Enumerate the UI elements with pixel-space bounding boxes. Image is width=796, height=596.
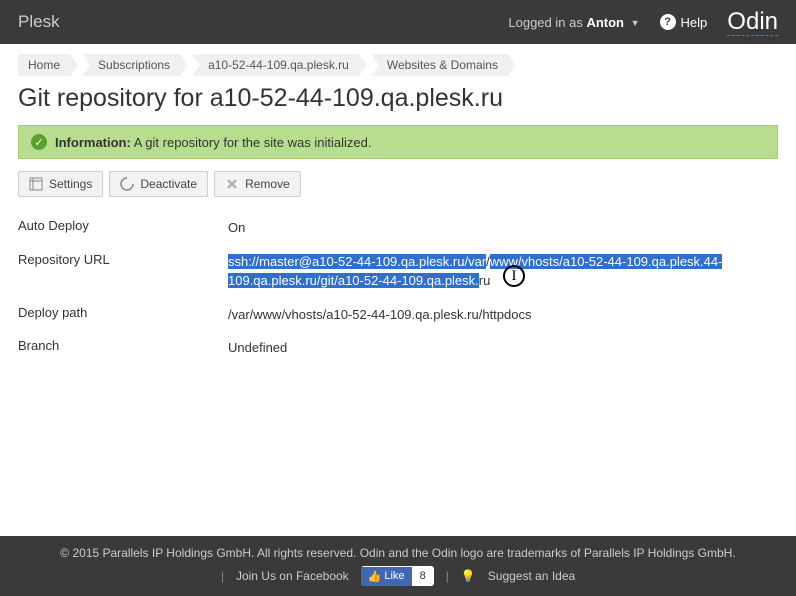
help-label: Help [681,15,708,30]
crumb-home[interactable]: Home [18,54,70,76]
thumb-icon: 👍 [368,570,382,583]
repo-url-selected-3: 44- [704,254,723,269]
footer: © 2015 Parallels IP Holdings GmbH. All r… [0,536,796,596]
deactivate-label: Deactivate [140,177,197,191]
toolbar: Settings Deactivate Remove [0,171,796,211]
repo-url-selected-4: 109.qa.plesk.ru/git/a10-52-44-109.qa.ple… [228,273,479,288]
deactivate-button[interactable]: Deactivate [109,171,208,197]
crumb-websites-domains[interactable]: Websites & Domains [371,54,508,76]
suggest-idea-link[interactable]: Suggest an Idea [488,569,575,583]
like-count: 8 [412,567,434,585]
brand-plesk: Plesk [18,12,60,32]
footer-links: | Join Us on Facebook 👍 Like 8 | 💡 Sugge… [8,566,788,586]
settings-label: Settings [49,177,92,191]
settings-icon [29,177,43,191]
login-user: Anton [586,15,624,30]
branch-key: Branch [18,338,228,353]
facebook-like-widget[interactable]: 👍 Like 8 [361,566,434,586]
row-branch: Branch Undefined [18,331,778,365]
crumb-subscriptions[interactable]: Subscriptions [82,54,180,76]
top-bar: Plesk Logged in as Anton ▼ ? Help Odin [0,0,796,44]
deactivate-icon [120,177,134,191]
branch-val: Undefined [228,338,778,358]
breadcrumb: Home Subscriptions a10-52-44-109.qa.ples… [0,44,796,82]
login-prefix: Logged in as [508,15,582,30]
info-banner: ✓ Information: A git repository for the … [18,125,778,159]
odin-logo: Odin [727,8,778,36]
footer-sep-2: | [446,569,449,583]
topbar-right: Logged in as Anton ▼ ? Help Odin [508,8,778,36]
crumb-domain[interactable]: a10-52-44-109.qa.plesk.ru [192,54,359,76]
deploy-path-key: Deploy path [18,305,228,320]
repo-url-selected-2: www/vhosts/a10-52-44-109.qa.plesk. [490,254,704,269]
footer-copyright: © 2015 Parallels IP Holdings GmbH. All r… [8,546,788,560]
details-table: Auto Deploy On Repository URL ssh://mast… [0,211,796,365]
bulb-icon: 💡 [461,569,476,583]
info-label: Information: [55,135,131,150]
repo-url-key: Repository URL [18,252,228,267]
help-icon: ? [660,14,676,30]
footer-sep-1: | [221,569,224,583]
row-auto-deploy: Auto Deploy On [18,211,778,245]
row-deploy-path: Deploy path /var/www/vhosts/a10-52-44-10… [18,298,778,332]
info-message: A git repository for the site was initia… [131,135,372,150]
remove-icon [225,177,239,191]
remove-label: Remove [245,177,290,191]
like-label: Like [384,570,404,582]
settings-button[interactable]: Settings [18,171,103,197]
auto-deploy-key: Auto Deploy [18,218,228,233]
remove-button[interactable]: Remove [214,171,301,197]
repo-url-tail: ru [479,273,491,288]
help-link[interactable]: ? Help [660,14,708,30]
repo-url-val[interactable]: ssh://master@a10-52-44-109.qa.plesk.ru/v… [228,252,778,291]
login-status[interactable]: Logged in as Anton ▼ [508,15,639,30]
join-facebook-link[interactable]: Join Us on Facebook [236,569,349,583]
page-title: Git repository for a10-52-44-109.qa.ples… [0,82,796,125]
check-icon: ✓ [31,134,47,150]
chevron-down-icon: ▼ [631,18,640,28]
auto-deploy-val: On [228,218,778,238]
facebook-like-button[interactable]: 👍 Like [361,567,412,586]
repo-url-selected-1: ssh://master@a10-52-44-109.qa.plesk.ru/v… [228,254,486,269]
row-repo-url: Repository URL ssh://master@a10-52-44-10… [18,245,778,298]
deploy-path-val: /var/www/vhosts/a10-52-44-109.qa.plesk.r… [228,305,778,325]
